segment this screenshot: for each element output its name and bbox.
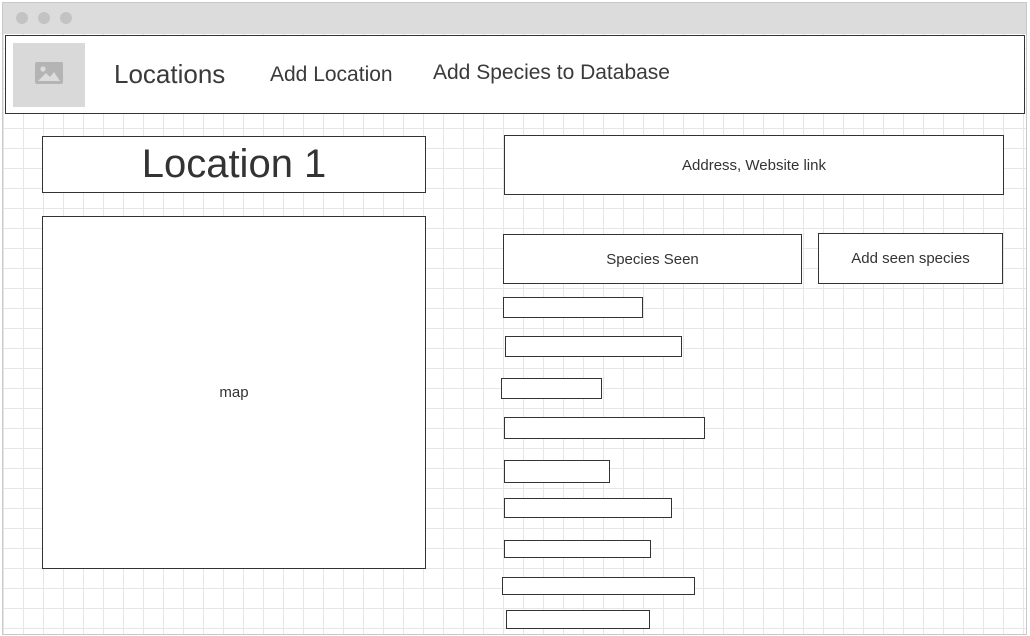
species-list-item[interactable]	[504, 540, 651, 558]
species-list-item[interactable]	[505, 336, 682, 357]
species-list-item[interactable]	[501, 378, 602, 399]
species-list-item[interactable]	[504, 417, 705, 439]
logo-placeholder[interactable]	[13, 43, 85, 107]
species-list-item[interactable]	[504, 460, 610, 483]
top-navigation-bar: Locations Add Location Add Species to Da…	[5, 35, 1025, 114]
species-seen-header: Species Seen	[503, 234, 802, 284]
location-title: Location 1	[42, 136, 426, 193]
nav-add-species-link[interactable]: Add Species to Database	[433, 36, 670, 109]
map-placeholder[interactable]: map	[42, 216, 426, 569]
nav-locations-link[interactable]: Locations	[114, 36, 225, 113]
nav-add-location-link[interactable]: Add Location	[270, 36, 393, 113]
window-close-dot[interactable]	[16, 12, 28, 24]
add-seen-species-button[interactable]: Add seen species	[818, 233, 1003, 284]
browser-window: Locations Add Location Add Species to Da…	[2, 2, 1027, 635]
species-list-item[interactable]	[502, 577, 695, 595]
window-maximize-dot[interactable]	[60, 12, 72, 24]
window-minimize-dot[interactable]	[38, 12, 50, 24]
species-list-item[interactable]	[506, 610, 650, 629]
address-website-box: Address, Website link	[504, 135, 1004, 195]
image-placeholder-icon	[35, 61, 63, 89]
species-list-item[interactable]	[503, 297, 643, 318]
window-titlebar	[3, 3, 1026, 34]
species-list-item[interactable]	[504, 498, 672, 518]
